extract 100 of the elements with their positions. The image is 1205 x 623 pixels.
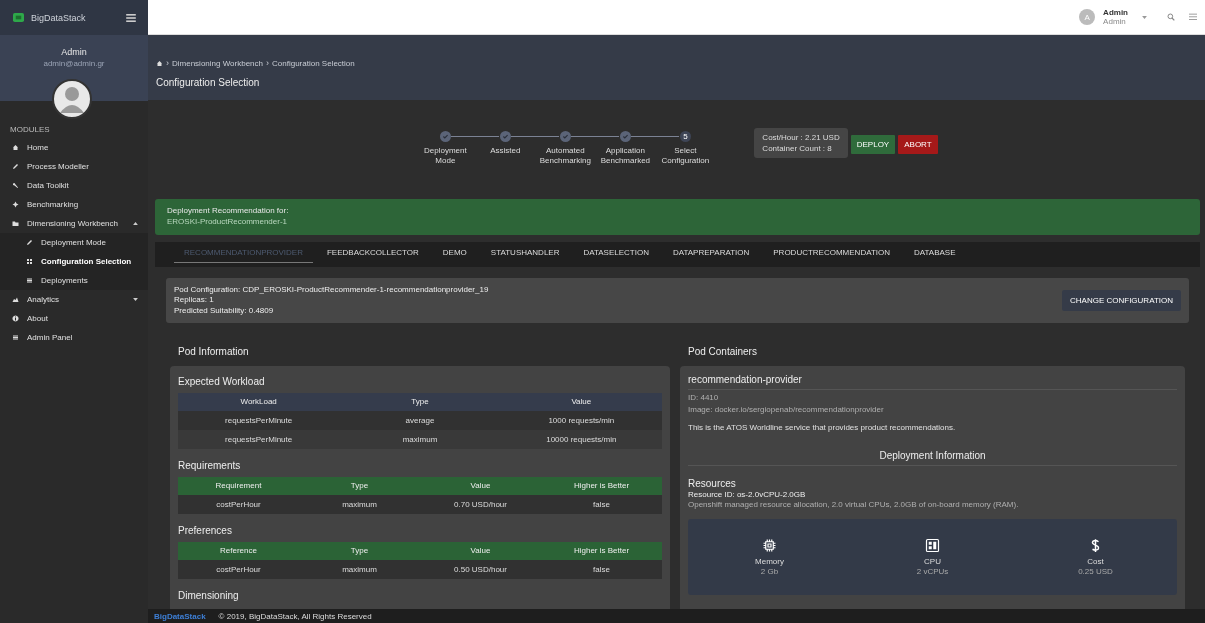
stat-label: Cost (1087, 556, 1104, 566)
resources-title: Resources (688, 478, 737, 490)
step-number: 5 (679, 131, 691, 142)
table-cell: maximum (299, 560, 420, 579)
step-label: Select Configuration (660, 146, 711, 167)
cost-text: Cost/Hour : 2.21 USD (762, 132, 840, 144)
stat-label: Memory (755, 556, 784, 566)
table-cell: maximum (299, 495, 420, 514)
step-label: Application Benchmarked (599, 146, 652, 167)
info-icon (12, 315, 19, 322)
sidebar-item[interactable]: Deployment Mode (0, 233, 148, 252)
step-label: Deployment Mode (423, 146, 468, 167)
profile-email: admin@admin.gr (43, 59, 105, 68)
copyright-text: © 2019, BigDataStack, All Rights Reserved (218, 611, 372, 621)
sidebar-item[interactable]: Process Modeller (0, 157, 148, 176)
column-header: Value (500, 393, 662, 411)
tab[interactable]: FEEDBACKCOLLECTOR (316, 242, 429, 263)
sidebar-item[interactable]: Admin Panel (0, 328, 148, 347)
section-title: Pod Containers (688, 346, 758, 357)
column-header: Type (339, 393, 501, 411)
sidebar-item[interactable]: Configuration Selection (0, 252, 148, 271)
stat-value: 2 Gb (760, 566, 779, 576)
column-header: WorkLoad (178, 393, 340, 411)
stat-value: 0.25 USD (1078, 566, 1113, 576)
home-icon (12, 144, 19, 151)
table-cell: 0.70 USD/hour (420, 495, 541, 514)
column-header: Type (299, 542, 420, 560)
chip-icon (762, 537, 777, 553)
column-header: Type (299, 477, 420, 495)
stat-value: 2 vCPUs (916, 566, 949, 576)
section-title: Pod Information (178, 346, 250, 357)
user-role: Admin (1103, 17, 1127, 26)
home-icon[interactable] (156, 59, 163, 67)
sidebar-item[interactable]: Home (0, 138, 148, 157)
profile-name: Admin (61, 47, 87, 57)
subsection-title: Requirements (178, 460, 242, 471)
resource-id: Resource ID: os-2.0vCPU-2.0GB (688, 490, 807, 500)
menu-icon[interactable] (126, 13, 136, 22)
tab[interactable]: DATASELECTION (573, 242, 659, 263)
sidebar-item[interactable]: Deployments (0, 271, 148, 290)
config-text: Predicted Suitability: 0.4809 (174, 305, 275, 317)
tab[interactable]: DATABASE (904, 242, 966, 263)
sidebar-item[interactable]: About (0, 309, 148, 328)
table-cell: 10000 requests/min (500, 430, 662, 449)
column-header: Requirement (178, 477, 299, 495)
sidebar-item[interactable]: Analytics (0, 290, 148, 309)
breadcrumb-link[interactable]: Dimensioning Workbench (172, 58, 263, 68)
abort-button[interactable]: ABORT (898, 135, 938, 154)
banner-name: EROSKI-ProductRecommender-1 (167, 216, 289, 228)
tab[interactable]: PRODUCTRECOMMENDATION (763, 242, 900, 263)
deploy-button[interactable]: DEPLOY (850, 135, 896, 154)
tab[interactable]: STATUSHANDLER (480, 242, 570, 263)
grid-icon (925, 537, 940, 553)
container-image: Image: docker.io/sergiopenab/recommendationprovider (688, 403, 885, 416)
table-cell: 0.50 USD/hour (420, 560, 541, 579)
star-icon (12, 201, 19, 208)
list-icon (12, 334, 19, 341)
brand-name: BigDataStack (31, 12, 87, 23)
user-name: Admin (1103, 8, 1128, 17)
resource-description: Openshift managed resource allocation, 2.0 virtual CPUs, 2.0GB of on-board memory (RAM). (688, 499, 1020, 511)
breadcrumb-separator: › (166, 58, 169, 68)
sidebar-item[interactable]: Dimensioning Workbench (0, 214, 148, 233)
sidebar-item[interactable]: Benchmarking (0, 195, 148, 214)
table-cell: costPerHour (178, 495, 299, 514)
container-description: This is the ATOS Worldline service that provides product recommendations. (688, 423, 957, 433)
step-label: Automated Benchmarking (538, 146, 592, 167)
sidebar-item[interactable]: Data Toolkit (0, 176, 148, 195)
banner-title: Deployment Recommendation for: (167, 205, 290, 217)
subsection-title: Preferences (178, 525, 233, 536)
breadcrumb-link[interactable]: Configuration Selection (272, 58, 355, 68)
table-cell: maximum (339, 430, 501, 449)
column-header: Value (420, 542, 541, 560)
tab[interactable]: DEMO (432, 242, 477, 263)
table-cell: false (541, 495, 662, 514)
pencil-icon (12, 163, 19, 170)
step-label: Assisted (489, 146, 522, 157)
column-header: Value (420, 477, 541, 495)
table-cell: average (339, 411, 501, 430)
stat-label: CPU (924, 556, 941, 566)
table-cell: requestsPerMinute (178, 411, 340, 430)
pencil-icon (26, 239, 33, 246)
column-header: Reference (178, 542, 299, 560)
wrench-icon (12, 182, 19, 189)
table-cell: 1000 requests/min (500, 411, 662, 430)
table-cell: false (541, 560, 662, 579)
table-cell: requestsPerMinute (178, 430, 340, 449)
column-header: Higher is Better (541, 477, 662, 495)
container-id: ID: 4410 (688, 392, 720, 404)
search-icon[interactable] (1167, 13, 1175, 21)
grid-icon (26, 258, 33, 265)
table-cell: costPerHour (178, 560, 299, 579)
container-name: recommendation-provider (688, 374, 1177, 390)
section-label: MODULES (10, 125, 51, 134)
avatar-icon (52, 79, 92, 119)
tab[interactable]: DATAPREPARATION (662, 242, 760, 263)
breadcrumb-separator: › (266, 58, 269, 68)
column-header: Higher is Better (541, 542, 662, 560)
caret-icon[interactable] (1142, 15, 1147, 19)
config-text: Pod Configuration: CDP_EROSKI-ProductRecommender-1-recommendationprovider_19 (174, 284, 489, 296)
change-configuration-button[interactable]: CHANGE CONFIGURATION (1062, 290, 1181, 311)
